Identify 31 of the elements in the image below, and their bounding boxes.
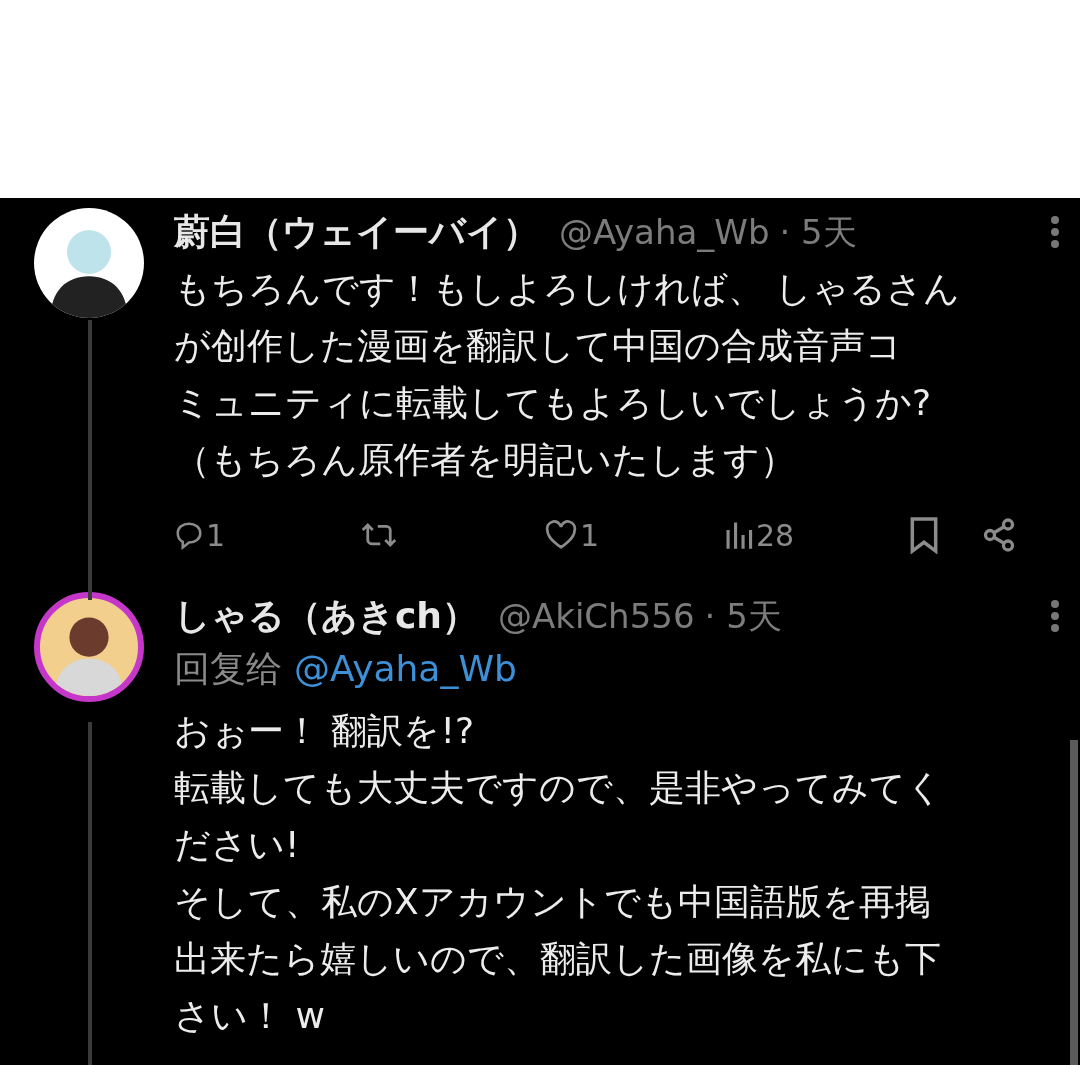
post-text-line: さい！ w — [174, 994, 326, 1038]
post-text-line: もちろんです！もしよろしければ、 しゃるさん — [174, 267, 962, 311]
views-button[interactable]: 28 — [724, 512, 795, 558]
repost-icon — [359, 520, 399, 550]
reply-label: 回复给 — [174, 647, 282, 691]
views-icon — [724, 520, 754, 550]
post-text-line: ミュニティに転載してもよろしいでしょうか? — [174, 381, 933, 425]
repost-button[interactable] — [359, 520, 399, 550]
bookmark-icon[interactable] — [909, 516, 939, 554]
post-time: · 5天 — [704, 594, 782, 638]
post-text-line: ださい! — [174, 823, 301, 867]
like-button[interactable]: 1 — [544, 512, 600, 558]
scrollbar[interactable] — [1070, 740, 1078, 1065]
display-name[interactable]: しゃる（あきch） — [174, 589, 478, 643]
share-icon[interactable] — [981, 517, 1017, 553]
post-time: · 5天 — [779, 210, 857, 254]
reply-button[interactable]: 1 — [174, 512, 226, 558]
user-handle: @AkiCh556 — [497, 594, 695, 638]
post-text-line: 出来たら嬉しいので、翻訳した画像を私にも下 — [174, 937, 942, 981]
reply-icon — [174, 520, 204, 550]
post-text-line: 転載しても大丈夫ですので、是非やってみてく — [174, 766, 944, 810]
more-icon[interactable] — [1050, 215, 1060, 249]
display-name[interactable]: 蔚白（ウェイーバイ） — [174, 205, 539, 259]
user-handle: @Ayaha_Wb — [559, 210, 770, 254]
post-text-line: （もちろん原作者を明記いたします） — [174, 438, 797, 482]
post-text-line: そして、私のXアカウントでも中国語版を再掲 — [174, 880, 932, 924]
post-text-line: おぉー！ 翻訳を!? — [174, 709, 475, 753]
heart-icon — [544, 520, 578, 550]
post-text-line: が创作した漫画を翻訳して中国の合成音声コ — [174, 324, 903, 368]
more-icon[interactable] — [1050, 599, 1060, 633]
mention-link[interactable]: @Ayaha_Wb — [294, 642, 517, 696]
